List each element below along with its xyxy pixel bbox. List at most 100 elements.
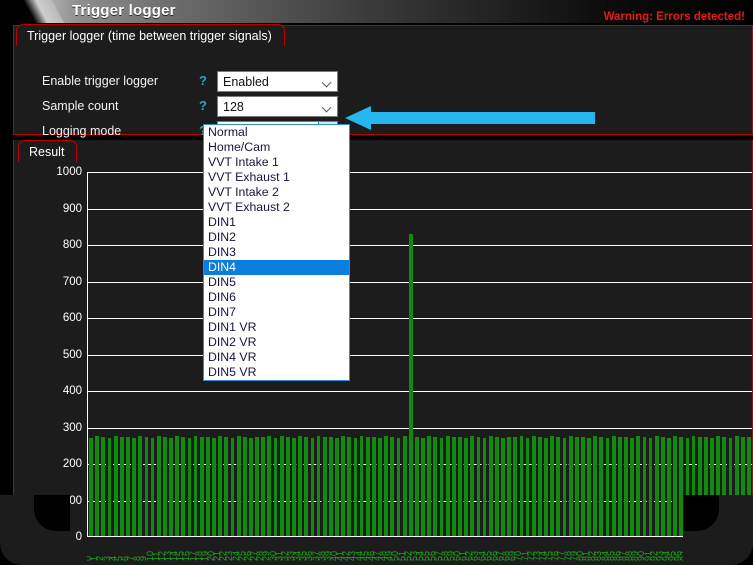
chart-bar	[335, 437, 339, 537]
chart-bar	[679, 437, 684, 537]
chart-y-tick-label: 300	[62, 421, 82, 434]
dropdown-option[interactable]: DIN2 VR	[204, 335, 349, 350]
chart-plot-area	[87, 172, 752, 537]
chart-bar	[685, 438, 690, 537]
chart-bar	[378, 438, 382, 537]
dropdown-option[interactable]: DIN4 VR	[204, 350, 349, 365]
dropdown-option[interactable]: VVT Intake 1	[204, 155, 349, 170]
chart-y-tick-label: 700	[62, 275, 82, 288]
chart-bar	[156, 435, 161, 537]
chart-bar	[593, 436, 598, 537]
dropdown-option[interactable]: VVT Intake 2	[204, 185, 349, 200]
chart-bar	[630, 438, 634, 537]
chart-bar	[648, 437, 653, 537]
chart-bar	[365, 437, 370, 537]
window-shell: Trigger logger Warning: Errors detected!…	[0, 0, 753, 565]
chart-x-axis-labels: 0123456789101112131415161718192021222324…	[87, 537, 752, 565]
chart-bar	[107, 438, 112, 537]
chart-bar	[673, 436, 678, 537]
chart-bar	[488, 435, 493, 537]
chart-bar	[654, 435, 659, 537]
chart-bar	[722, 437, 727, 537]
dropdown-option[interactable]: VVT Exhaust 1	[204, 170, 349, 185]
chart-bar	[525, 437, 530, 537]
enable-trigger-logger-select[interactable]: Enabled	[217, 71, 338, 92]
chart-bar	[138, 436, 143, 537]
chart-y-tick-label: 200	[62, 458, 82, 470]
dropdown-option[interactable]: Home/Cam	[204, 140, 349, 155]
chart-bar	[292, 438, 296, 537]
dropdown-option[interactable]: VVT Exhaust 2	[204, 200, 349, 215]
chart-bar	[113, 435, 118, 537]
chart-bar	[298, 436, 302, 537]
chart-bar	[279, 435, 284, 537]
chart-bar	[126, 436, 130, 537]
chart-bar	[562, 438, 567, 537]
chevron-down-icon	[318, 72, 337, 91]
sample-count-value: 128	[223, 99, 244, 114]
dropdown-option[interactable]: DIN5	[204, 275, 349, 290]
chart-bar	[636, 436, 641, 537]
chart-bar	[519, 436, 524, 537]
chevron-down-icon	[318, 97, 337, 116]
chart-bar	[624, 436, 628, 537]
chart-bar	[402, 435, 407, 537]
dropdown-option[interactable]: DIN5 VR	[204, 365, 349, 380]
chart-bar	[427, 436, 432, 537]
chart-bar	[433, 437, 438, 537]
chart-bar	[224, 437, 229, 537]
trigger-logger-window: Trigger logger Warning: Errors detected!…	[0, 0, 753, 565]
chart-bar	[384, 436, 389, 537]
chart-y-tick-label: 0	[75, 531, 82, 543]
chart-bar	[501, 438, 505, 537]
chart-bar	[464, 437, 468, 537]
chart-bar	[218, 436, 223, 537]
chart-bar	[255, 436, 259, 537]
chart-y-tick-label: 1000	[56, 166, 82, 178]
label-sample-count: Sample count	[42, 99, 119, 113]
chart-bar	[421, 438, 425, 537]
dropdown-option[interactable]: DIN3	[204, 245, 349, 260]
chart-bar	[605, 438, 610, 537]
chart-bar	[494, 437, 499, 537]
chart-bars	[88, 172, 752, 537]
chart-bar	[169, 438, 173, 537]
chart-bar	[89, 437, 93, 537]
result-chart-area: 10009008007006005004003002001000 0123456…	[13, 140, 753, 565]
chart-bar	[747, 436, 751, 537]
dropdown-option[interactable]: DIN2	[204, 230, 349, 245]
chart-bar	[574, 437, 579, 537]
dropdown-option[interactable]: DIN1 VR	[204, 320, 349, 335]
logging-mode-dropdown-list[interactable]: Normal Home/Cam VVT Intake 1 VVT Exhaust 1V…	[203, 124, 350, 381]
chart-bar	[581, 436, 585, 537]
chart-bar	[587, 437, 591, 537]
help-icon-sample-count[interactable]: ?	[199, 98, 207, 113]
chart-bar	[236, 435, 241, 537]
dropdown-option[interactable]: Normal	[204, 125, 349, 140]
chart-bar	[439, 438, 444, 537]
dropdown-option[interactable]: DIN1	[204, 215, 349, 230]
chart-bar	[267, 436, 272, 537]
chart-bar	[285, 437, 290, 537]
chart-bar	[341, 436, 346, 537]
chart-bar	[249, 438, 253, 537]
form-row-enable-trigger-logger: Enable trigger logger ? Enabled	[14, 71, 752, 95]
dropdown-option[interactable]: DIN7	[204, 305, 349, 320]
chart-bar	[445, 435, 450, 537]
chart-bar	[691, 435, 696, 537]
sample-count-select[interactable]: 128	[217, 96, 338, 117]
chart-bar	[230, 438, 235, 537]
chart-bar	[328, 436, 333, 537]
chart-bar	[322, 437, 327, 537]
dropdown-option[interactable]: DIN6	[204, 290, 349, 305]
chart-y-tick-label: 100	[62, 494, 82, 507]
chart-bar	[611, 435, 616, 537]
annotation-arrow-icon	[345, 106, 595, 135]
tab-trigger-logger-settings[interactable]: Trigger logger (time between trigger sig…	[16, 24, 285, 46]
chart-bar	[193, 435, 198, 537]
tab-result[interactable]: Result	[18, 140, 78, 162]
help-icon-enable-trigger-logger[interactable]: ?	[199, 73, 207, 88]
dropdown-option[interactable]: DIN4	[204, 260, 349, 275]
chart-bar	[531, 435, 536, 537]
label-enable-trigger-logger: Enable trigger logger	[42, 74, 159, 88]
